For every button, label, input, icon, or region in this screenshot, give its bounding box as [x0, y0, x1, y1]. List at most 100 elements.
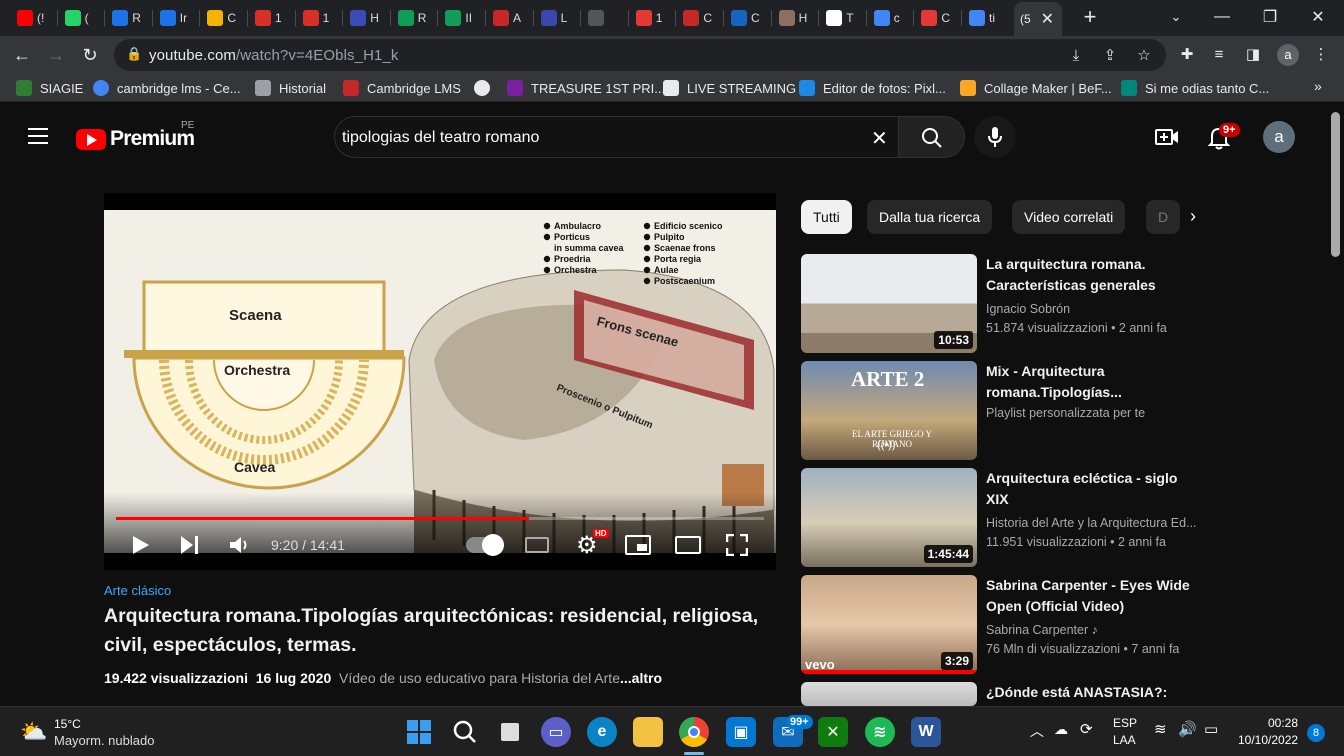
wifi-icon[interactable]: ≋ [1154, 720, 1167, 738]
active-tab[interactable]: (5 ✕ [1014, 2, 1062, 36]
minimize-button[interactable]: — [1198, 0, 1246, 34]
restore-button[interactable]: ❐ [1246, 0, 1294, 34]
file-explorer-icon[interactable] [633, 717, 663, 747]
related-video-title[interactable]: ¿Dónde está ANASTASIA?: [986, 682, 1201, 703]
filter-chip[interactable]: D [1146, 200, 1180, 234]
account-avatar[interactable]: a [1263, 121, 1295, 153]
xbox-icon[interactable]: ✕ [818, 717, 848, 747]
edge-icon[interactable]: e [587, 717, 617, 747]
more-bookmarks-icon[interactable]: » [1314, 78, 1322, 94]
chips-next-chevron-icon[interactable]: › [1190, 206, 1196, 227]
browser-tab[interactable]: Ir [156, 4, 187, 32]
menu-dots-icon[interactable]: ⋮ [1310, 43, 1332, 65]
related-video-title[interactable]: La arquitectura romana. Características … [986, 254, 1201, 296]
clock-time[interactable]: 00:28 [1268, 716, 1298, 730]
browser-tab[interactable] [584, 4, 608, 32]
tab-search-icon[interactable]: ⌄ [1152, 0, 1200, 34]
next-video-icon[interactable] [180, 535, 200, 555]
search-input[interactable]: tipologias del teatro romano ✕ [334, 116, 899, 158]
language-top[interactable]: ESP [1113, 716, 1137, 730]
browser-tab[interactable]: H [346, 4, 379, 32]
bookmark-item[interactable]: Editor de fotos: Pixl... [799, 79, 946, 97]
close-window-button[interactable]: ✕ [1294, 0, 1342, 34]
word-icon[interactable]: W [911, 717, 941, 747]
browser-tab[interactable]: II [441, 4, 472, 32]
browser-tab[interactable]: C [727, 4, 760, 32]
media-icon[interactable]: ≡ [1208, 43, 1230, 65]
filter-chip[interactable]: Tutti [801, 200, 852, 234]
channel-name[interactable]: Historia del Arte y la Arquitectura Ed..… [986, 516, 1201, 530]
battery-icon[interactable]: ▭ [1204, 720, 1218, 738]
hashtag-link[interactable]: Arte clásico [104, 583, 784, 598]
sync-icon[interactable]: ⟳ [1080, 720, 1093, 738]
browser-tab[interactable]: 1 [632, 4, 662, 32]
browser-tab[interactable]: ( [61, 4, 89, 32]
subtitles-icon[interactable] [525, 537, 549, 553]
bookmark-item[interactable]: LIVE STREAMING [663, 79, 796, 97]
bookmark-item[interactable]: TREASURE 1ST PRI... [507, 79, 665, 97]
description-line[interactable]: 19.422 visualizzazioni 16 lug 2020 Vídeo… [104, 670, 784, 686]
video-thumbnail[interactable]: 1:45:44 [801, 468, 977, 567]
browser-tab[interactable]: A [489, 4, 521, 32]
video-thumbnail[interactable]: vevo 3:29 [801, 575, 977, 674]
lock-icon[interactable]: 🔒 [126, 46, 142, 62]
voice-search-button[interactable] [974, 116, 1016, 158]
related-video-title[interactable]: Arquitectura ecléctica - siglo XIX [986, 468, 1201, 510]
browser-tab[interactable]: c [870, 4, 900, 32]
speaker-icon[interactable]: 🔊 [1178, 720, 1197, 738]
bookmark-item[interactable]: cambridge lms - Ce... [93, 79, 241, 97]
onedrive-icon[interactable]: ☁ [1054, 721, 1068, 738]
filter-chip[interactable]: Video correlati [1012, 200, 1126, 234]
video-thumbnail[interactable]: 10:53 [801, 254, 977, 353]
video-thumbnail[interactable] [801, 682, 977, 706]
search-button[interactable] [898, 116, 965, 158]
forward-button[interactable]: → [42, 41, 70, 69]
weather-icon[interactable]: ⛅ [20, 719, 47, 745]
store-icon[interactable]: ▣ [726, 717, 756, 747]
clock-date[interactable]: 10/10/2022 [1238, 733, 1298, 747]
related-video-title[interactable]: Mix - Arquitectura romana.Tipologías... [986, 361, 1201, 403]
language-bottom[interactable]: LAA [1113, 733, 1136, 747]
browser-tab[interactable]: ti [965, 4, 995, 32]
theater-mode-icon[interactable] [675, 536, 701, 554]
install-icon[interactable]: ⤓ [1065, 44, 1087, 66]
browser-tab[interactable]: 1 [299, 4, 329, 32]
channel-name[interactable]: Ignacio Sobrón [986, 302, 1201, 316]
profile-avatar[interactable]: a [1277, 44, 1299, 66]
side-panel-icon[interactable]: ◨ [1242, 43, 1264, 65]
address-bar[interactable]: 🔒 youtube.com/watch?v=4EObls_H1_k ⤓ ⇪ ☆ [114, 39, 1166, 71]
start-button[interactable] [404, 717, 434, 747]
related-video-title[interactable]: Sabrina Carpenter - Eyes Wide Open (Offi… [986, 575, 1201, 617]
task-view-button[interactable] [495, 717, 525, 747]
browser-tab[interactable]: (! [13, 4, 44, 32]
bookmark-star-icon[interactable]: ☆ [1133, 44, 1155, 66]
volume-icon[interactable] [229, 535, 251, 555]
fullscreen-icon[interactable] [726, 534, 748, 556]
channel-name[interactable]: Sabrina Carpenter ♪ [986, 623, 1201, 637]
video-player[interactable]: Scaena Orchestra Cavea Frons scenae Pros… [104, 193, 776, 570]
browser-tab[interactable]: R [394, 4, 426, 32]
browser-tab[interactable]: 1 [251, 4, 282, 32]
hamburger-menu-icon[interactable] [28, 128, 48, 144]
teams-chat-icon[interactable]: ▭ [541, 717, 571, 747]
clear-search-icon[interactable]: ✕ [871, 126, 888, 151]
channel-name[interactable]: Playlist personalizzata per te [986, 406, 1201, 420]
browser-tab[interactable]: C [917, 4, 950, 32]
browser-tab[interactable]: L [537, 4, 567, 32]
video-thumbnail[interactable]: ARTE 2 EL ARTE GRIEGO Y ROMANO ((•)) [801, 361, 977, 460]
page-scrollbar[interactable] [1328, 102, 1344, 706]
extensions-icon[interactable]: ✚ [1176, 43, 1198, 65]
browser-tab[interactable]: R [108, 4, 141, 32]
back-button[interactable]: ← [8, 41, 36, 69]
new-tab-button[interactable]: + [1066, 0, 1114, 34]
bookmark-item[interactable]: Si me odias tanto C... [1121, 79, 1269, 97]
filter-chip[interactable]: Dalla tua ricerca [867, 200, 993, 234]
miniplayer-icon[interactable] [625, 535, 651, 555]
share-icon[interactable]: ⇪ [1099, 44, 1121, 66]
reload-button[interactable]: ↻ [76, 41, 104, 69]
search-taskbar-button[interactable] [450, 717, 480, 747]
show-more-link[interactable]: ...altro [620, 670, 662, 686]
tray-expand-icon[interactable]: ︿ [1030, 721, 1044, 741]
spotify-icon[interactable]: ≋ [865, 717, 895, 747]
progress-bar[interactable] [116, 517, 764, 520]
